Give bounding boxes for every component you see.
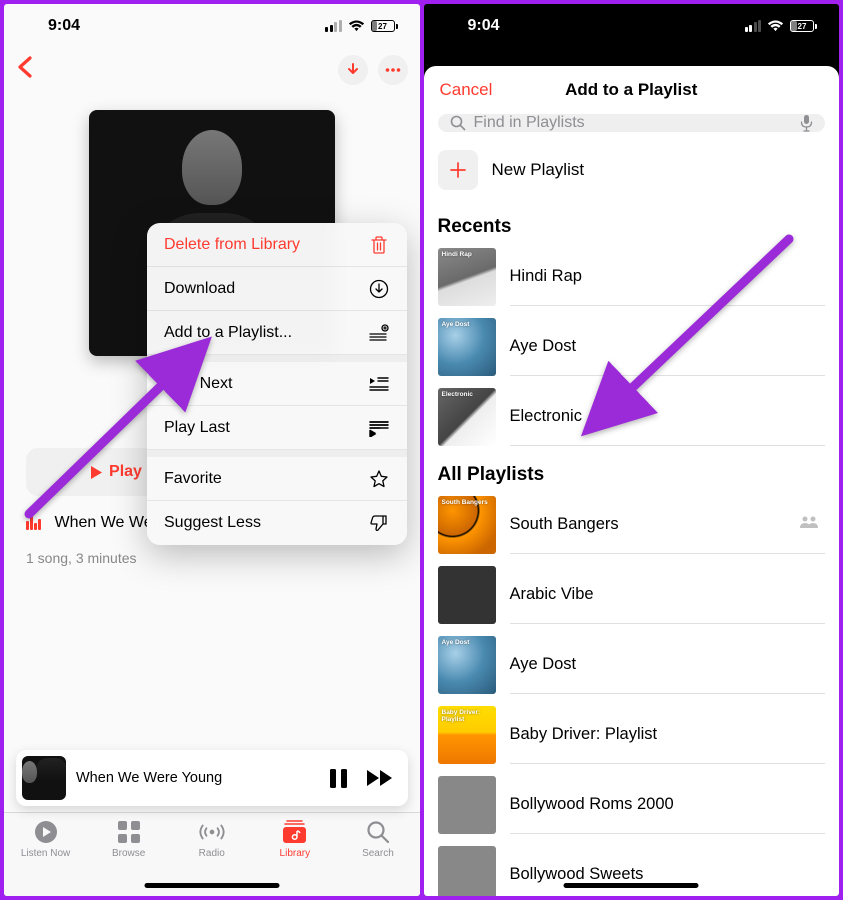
play-icon <box>90 465 103 480</box>
playlist-row[interactable]: South Bangers South Bangers <box>424 490 840 560</box>
status-time: 9:04 <box>48 17 80 35</box>
playlist-art <box>438 846 496 896</box>
search-field[interactable] <box>438 114 826 132</box>
playlist-name: Hindi Rap <box>510 267 582 286</box>
battery-icon: 27 <box>371 20 398 32</box>
menu-suggest-less-label: Suggest Less <box>164 514 261 532</box>
playlist-name: Bollywood Roms 2000 <box>510 795 674 814</box>
menu-favorite[interactable]: Favorite <box>147 457 407 501</box>
menu-play-last[interactable]: Play Last <box>147 406 407 450</box>
new-playlist-label: New Playlist <box>492 160 585 180</box>
menu-delete[interactable]: Delete from Library <box>147 223 407 267</box>
now-playing-art <box>22 756 66 800</box>
more-button[interactable] <box>378 55 408 85</box>
playlist-name: Aye Dost <box>510 337 577 356</box>
menu-play-next[interactable]: Play Next <box>147 362 407 406</box>
menu-favorite-label: Favorite <box>164 470 222 488</box>
status-indicators: 27 <box>325 20 398 32</box>
status-indicators: 27 <box>745 20 818 32</box>
battery-icon: 27 <box>790 20 817 32</box>
thumbs-down-icon <box>368 512 390 534</box>
wifi-icon <box>767 20 784 32</box>
playlist-name: Baby Driver: Playlist <box>510 725 658 744</box>
context-menu: Delete from Library Download Add to a Pl… <box>147 223 407 545</box>
play-button-label: Play <box>109 463 142 481</box>
menu-play-last-label: Play Last <box>164 419 230 437</box>
playlist-row[interactable]: Electronic Electronic <box>424 382 840 452</box>
menu-download[interactable]: Download <box>147 267 407 311</box>
skip-forward-button[interactable] <box>366 769 394 787</box>
menu-download-label: Download <box>164 280 235 298</box>
add-playlist-icon <box>368 322 390 344</box>
playlist-name: Aye Dost <box>510 655 577 674</box>
now-playing-title: When We Were Young <box>76 770 319 786</box>
trash-icon <box>368 234 390 256</box>
search-icon <box>450 115 466 131</box>
playlist-row[interactable]: Baby Driver: Playlist Baby Driver: Playli… <box>424 700 840 770</box>
cellular-icon <box>325 20 342 32</box>
new-playlist-row[interactable]: New Playlist <box>424 132 840 204</box>
playlist-art: South Bangers <box>438 496 496 554</box>
playlist-art: Aye Dost <box>438 636 496 694</box>
playlist-row[interactable]: Hindi Rap Hindi Rap <box>424 242 840 312</box>
playlist-art: Electronic <box>438 388 496 446</box>
phone-left: 9:04 27 Delete from Library Dow <box>4 4 420 896</box>
playlist-art: Hindi Rap <box>438 248 496 306</box>
playing-bars-icon <box>26 516 41 530</box>
download-circle-icon <box>368 278 390 300</box>
play-last-icon <box>368 417 390 439</box>
status-time: 9:04 <box>468 17 500 35</box>
shared-icon <box>799 515 819 534</box>
play-next-icon <box>368 373 390 395</box>
all-playlists-header: All Playlists <box>424 452 840 490</box>
playlist-name: Electronic <box>510 407 582 426</box>
playlist-row[interactable]: Aye Dost Aye Dost <box>424 630 840 700</box>
status-bar: 9:04 27 <box>4 4 420 48</box>
now-playing-bar[interactable]: When We Were Young <box>16 750 408 806</box>
search-input[interactable] <box>474 114 793 132</box>
playlist-art: Aye Dost <box>438 318 496 376</box>
plus-icon <box>438 150 478 190</box>
playlist-sheet: Cancel Add to a Playlist New Playlist Re… <box>424 66 840 896</box>
playlist-name: Bollywood Sweets <box>510 865 644 884</box>
tab-search[interactable]: Search <box>336 819 419 896</box>
tab-listen-now[interactable]: Listen Now <box>4 819 87 896</box>
cancel-button[interactable]: Cancel <box>440 80 493 100</box>
pause-button[interactable] <box>329 768 348 789</box>
playlist-name: Arabic Vibe <box>510 585 594 604</box>
home-indicator <box>144 883 279 888</box>
download-button[interactable] <box>338 55 368 85</box>
search-icon <box>365 819 391 845</box>
cellular-icon <box>745 20 762 32</box>
menu-play-next-label: Play Next <box>164 375 232 393</box>
nav-bar <box>4 48 420 92</box>
dictation-icon[interactable] <box>800 114 813 132</box>
menu-add-playlist[interactable]: Add to a Playlist... <box>147 311 407 355</box>
menu-suggest-less[interactable]: Suggest Less <box>147 501 407 545</box>
playlist-art <box>438 776 496 834</box>
listen-now-icon <box>33 819 59 845</box>
playlist-row[interactable]: Aye Dost Aye Dost <box>424 312 840 382</box>
status-bar: 9:04 27 <box>424 4 840 48</box>
menu-add-playlist-label: Add to a Playlist... <box>164 324 292 342</box>
playlist-row[interactable]: Bollywood Roms 2000 <box>424 770 840 840</box>
browse-icon <box>116 819 142 845</box>
back-button[interactable] <box>16 54 33 86</box>
playlist-name: South Bangers <box>510 515 619 534</box>
phone-right: 9:04 27 Cancel Add to a Playlist New Pla… <box>424 4 840 896</box>
playlist-row[interactable]: Arabic Vibe <box>424 560 840 630</box>
playlist-art <box>438 566 496 624</box>
playlist-art: Baby Driver: Playlist <box>438 706 496 764</box>
recents-header: Recents <box>424 204 840 242</box>
radio-icon <box>199 819 225 845</box>
library-icon <box>282 819 308 845</box>
star-icon <box>368 468 390 490</box>
wifi-icon <box>348 20 365 32</box>
home-indicator <box>564 883 699 888</box>
menu-delete-label: Delete from Library <box>164 236 300 254</box>
